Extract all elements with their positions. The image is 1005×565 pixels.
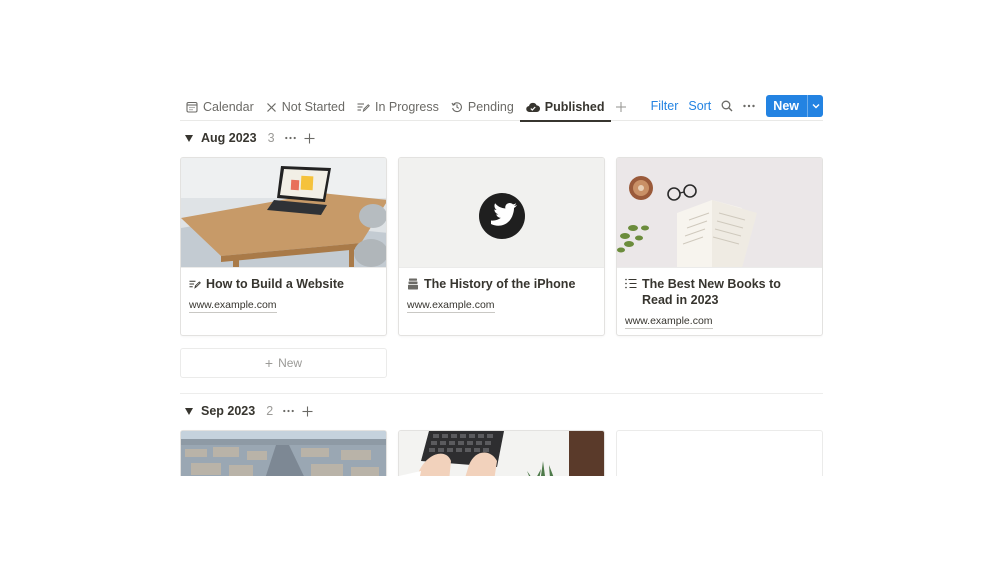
group-title: Sep 2023 bbox=[201, 404, 256, 418]
pencil-lines-icon bbox=[189, 280, 201, 289]
group-divider bbox=[180, 393, 823, 394]
new-dropdown-button[interactable] bbox=[808, 95, 823, 117]
group-title: Aug 2023 bbox=[201, 131, 257, 145]
ellipsis-icon bbox=[743, 104, 755, 108]
group-add-button[interactable] bbox=[304, 133, 315, 144]
card-best-new-books-2023[interactable]: The Best New Books to Read in 2023 www.e… bbox=[616, 157, 823, 336]
card-title: The History of the iPhone bbox=[407, 276, 596, 292]
chevron-down-icon bbox=[812, 104, 819, 109]
plus-icon bbox=[615, 102, 626, 112]
card-title: How to Build a Website bbox=[189, 276, 378, 292]
card-url-link[interactable]: www.example.com bbox=[625, 315, 713, 329]
plus-icon: + bbox=[264, 355, 274, 371]
group-header-aug-2023: Aug 2023 3 bbox=[180, 128, 323, 148]
group-count: 2 bbox=[266, 404, 274, 418]
tab-label: In Progress bbox=[374, 100, 439, 114]
search-button[interactable] bbox=[721, 100, 733, 112]
collapse-group-button[interactable] bbox=[185, 134, 195, 142]
tab-published[interactable]: Published bbox=[519, 93, 611, 122]
card-how-to-build-a-website[interactable]: How to Build a Website www.example.com bbox=[180, 157, 387, 336]
sort-button[interactable]: Sort bbox=[688, 99, 711, 113]
card-keyboard-typing[interactable] bbox=[398, 430, 605, 476]
card-empty-cover[interactable] bbox=[616, 430, 823, 476]
group-options-button[interactable] bbox=[284, 136, 296, 140]
card-history-of-the-iphone[interactable]: The History of the iPhone www.example.co… bbox=[398, 157, 605, 336]
x-icon bbox=[266, 102, 276, 112]
add-new-label: New bbox=[278, 356, 303, 370]
card-city-aerial[interactable] bbox=[180, 430, 387, 476]
card-title: The Best New Books to Read in 2023 bbox=[625, 276, 814, 308]
city-aerial-photo bbox=[181, 431, 386, 476]
tab-pending[interactable]: Pending bbox=[451, 93, 514, 121]
list-icon bbox=[625, 278, 637, 289]
view-actions: Filter Sort New bbox=[641, 95, 823, 117]
tablet-on-desk-photo bbox=[181, 158, 386, 268]
calendar-icon bbox=[186, 101, 198, 113]
group-add-button[interactable] bbox=[302, 406, 313, 417]
group-count: 3 bbox=[267, 131, 275, 145]
card-title-text: The History of the iPhone bbox=[424, 277, 576, 291]
search-icon bbox=[721, 100, 733, 112]
tab-calendar[interactable]: Calendar bbox=[186, 93, 254, 121]
plus-icon bbox=[302, 406, 313, 416]
history-icon bbox=[451, 102, 462, 113]
tab-label: Pending bbox=[467, 100, 514, 114]
add-new-card-button[interactable]: + New bbox=[180, 348, 387, 378]
new-button[interactable]: New bbox=[766, 95, 823, 117]
archive-stack-icon bbox=[408, 278, 418, 290]
view-tabs: Calendar Not Started In Progress Pending… bbox=[186, 93, 627, 122]
triangle-down-icon bbox=[185, 407, 193, 415]
group-header-sep-2023: Sep 2023 2 bbox=[180, 401, 321, 421]
tab-in-progress[interactable]: In Progress bbox=[357, 93, 439, 121]
card-url-link[interactable]: www.example.com bbox=[189, 299, 277, 313]
add-view-button[interactable] bbox=[615, 93, 627, 121]
keyboard-typing-photo bbox=[399, 431, 604, 476]
book-and-coffee-photo bbox=[617, 158, 822, 268]
ellipsis-icon bbox=[284, 136, 296, 140]
collapse-group-button[interactable] bbox=[185, 407, 195, 415]
tab-label: Calendar bbox=[203, 100, 254, 114]
more-options-button[interactable] bbox=[743, 104, 755, 108]
ellipsis-icon bbox=[283, 409, 294, 413]
group-options-button[interactable] bbox=[283, 409, 294, 413]
plus-icon bbox=[304, 133, 315, 143]
triangle-down-icon bbox=[185, 134, 193, 142]
card-title-text: How to Build a Website bbox=[206, 277, 344, 291]
card-title-text: The Best New Books to Read in 2023 bbox=[642, 277, 781, 307]
filter-button[interactable]: Filter bbox=[651, 99, 679, 113]
twitter-logo bbox=[399, 158, 604, 268]
tab-label: Published bbox=[544, 100, 605, 114]
card-url-link[interactable]: www.example.com bbox=[407, 299, 495, 313]
board-view: Calendar Not Started In Progress Pending… bbox=[180, 93, 823, 476]
cloud-check-icon bbox=[526, 102, 540, 112]
new-button-label[interactable]: New bbox=[766, 95, 808, 117]
view-toolbar: Calendar Not Started In Progress Pending… bbox=[180, 93, 823, 122]
pencil-lines-icon bbox=[357, 103, 370, 113]
tab-not-started[interactable]: Not Started bbox=[266, 93, 345, 121]
tab-label: Not Started bbox=[281, 100, 345, 114]
